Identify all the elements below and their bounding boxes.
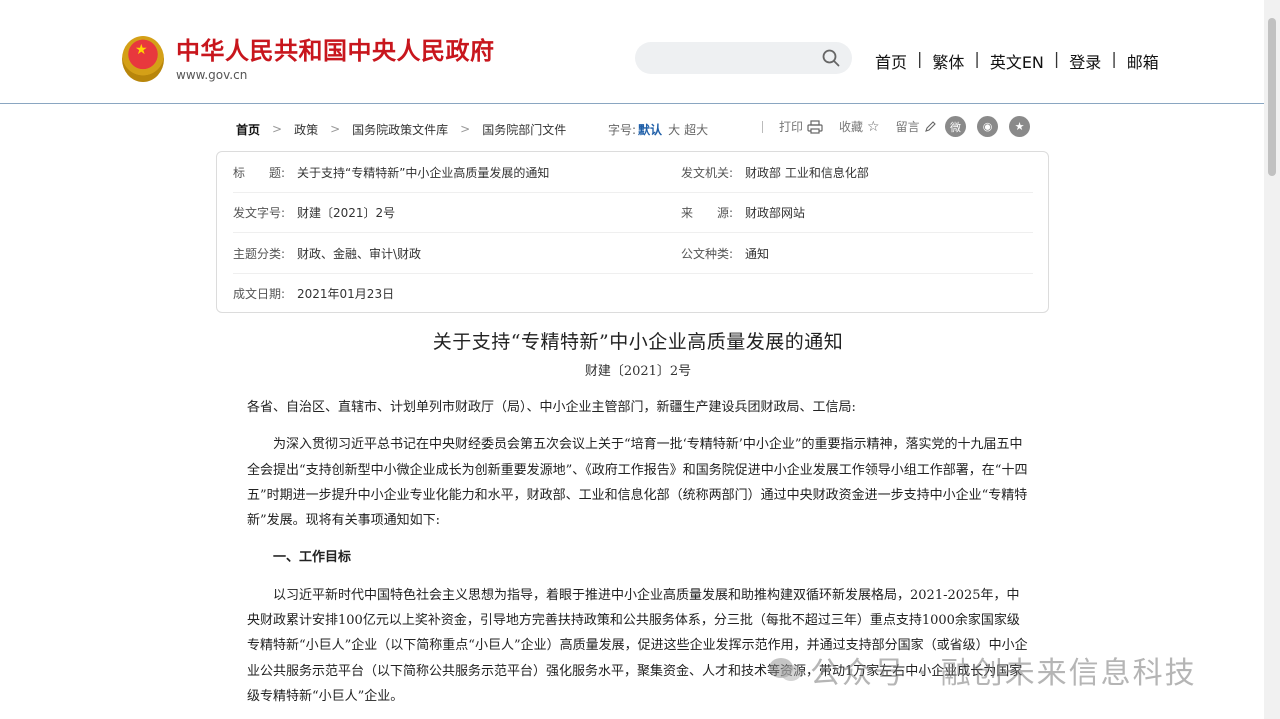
vertical-scrollbar[interactable]: [1264, 0, 1280, 719]
star-icon: ☆: [867, 118, 880, 135]
nav-separator: |: [1053, 49, 1060, 68]
font-size-large[interactable]: 大: [668, 123, 680, 137]
scrollbar-thumb[interactable]: [1268, 18, 1276, 176]
info-topic-value: 财政、金融、审计\财政: [297, 246, 422, 261]
wechat-icon[interactable]: ◉: [977, 116, 998, 137]
top-nav: 首页 | 繁体 | 英文EN | 登录 | 邮箱: [875, 49, 1159, 73]
info-type-row: 公文种类: 通知: [681, 233, 769, 273]
article-salutation: 各省、自治区、直辖市、计划单列市财政厅（局）、中小企业主管部门，新疆生产建设兵团…: [247, 400, 856, 415]
info-source-row: 来 源: 财政部网站: [681, 192, 805, 232]
info-type-key: 公文种类:: [681, 246, 734, 261]
search-input[interactable]: [635, 42, 805, 74]
article-tools: 打印 收藏 ☆ 留言: [762, 118, 969, 135]
info-type-value: 通知: [745, 246, 770, 261]
nav-home-link[interactable]: 首页: [875, 49, 907, 73]
info-docno-value: 财建〔2021〕2号: [297, 205, 396, 220]
breadcrumb-policy-library[interactable]: 国务院政策文件库: [352, 121, 448, 138]
watermark: 公众号 · 融创未来信息科技: [768, 648, 1197, 692]
article-title: 关于支持“专精特新”中小企业高质量发展的通知: [432, 331, 844, 353]
weibo-icon[interactable]: 微: [945, 116, 966, 137]
info-issuer-key: 发文机关:: [681, 165, 734, 180]
info-issuer-value: 财政部 工业和信息化部: [745, 165, 869, 180]
info-docno-row: 发文字号: 财建〔2021〕2号: [233, 192, 395, 232]
info-docno-key: 发文字号:: [233, 205, 286, 220]
share-buttons: 微 ◉ ★: [945, 116, 1041, 137]
site-url: www.gov.cn: [176, 68, 248, 82]
watermark-text: 公众号 · 融创未来信息科技: [810, 656, 1197, 691]
pencil-icon: [924, 120, 936, 132]
nav-english-link[interactable]: 英文EN: [990, 49, 1044, 73]
font-size-label: 字号:: [608, 123, 637, 137]
print-button[interactable]: 打印: [779, 118, 823, 135]
font-size-selector: 字号: 默认大超大: [608, 121, 708, 138]
printer-icon: [807, 119, 823, 134]
nav-mail-link[interactable]: 邮箱: [1127, 49, 1159, 73]
breadcrumb-dept-docs[interactable]: 国务院部门文件: [482, 121, 566, 138]
info-source-key: 来 源:: [681, 205, 734, 220]
site-title: 中华人民共和国中央人民政府: [176, 36, 495, 65]
comment-button[interactable]: 留言: [896, 118, 936, 135]
site-header: 中华人民共和国中央人民政府 www.gov.cn 首页 | 繁体 | 英文EN …: [0, 0, 1264, 104]
info-title-key: 标 题:: [233, 165, 286, 180]
info-topic-key: 主题分类:: [233, 246, 286, 261]
chevron-right-icon: >: [272, 122, 283, 136]
print-label: 打印: [779, 120, 804, 134]
search-box: [635, 42, 852, 74]
info-title-row: 标 题: 关于支持“专精特新”中小企业高质量发展的通知: [233, 152, 549, 192]
site-logo[interactable]: 中华人民共和国中央人民政府 www.gov.cn: [122, 36, 495, 82]
breadcrumb: 首页 > 政策 > 国务院政策文件库 > 国务院部门文件: [236, 121, 566, 138]
breadcrumb-home[interactable]: 首页: [236, 121, 260, 138]
search-icon[interactable]: [822, 49, 840, 67]
info-date-row: 成文日期: 2021年01月23日: [233, 273, 394, 313]
divider: [762, 120, 763, 133]
favorite-label: 收藏: [839, 120, 864, 134]
nav-separator: |: [974, 49, 980, 68]
article-doc-number: 财建〔2021〕2号: [584, 364, 692, 379]
comment-label: 留言: [895, 120, 920, 134]
nav-login-link[interactable]: 登录: [1069, 49, 1101, 73]
section-heading: 一、工作目标: [273, 550, 352, 566]
info-date-value: 2021年01月23日: [297, 286, 395, 301]
breadcrumb-toolbar: 首页 > 政策 > 国务院政策文件库 > 国务院部门文件 字号: 默认大超大 打印…: [236, 116, 1036, 140]
national-emblem-icon: [122, 36, 164, 82]
info-title-value: 关于支持“专精特新”中小企业高质量发展的通知: [297, 165, 550, 180]
chevron-right-icon: >: [460, 122, 471, 136]
favorite-button[interactable]: 收藏 ☆: [839, 118, 880, 135]
chevron-right-icon: >: [330, 122, 341, 136]
article-paragraph: 为深入贯彻习近平总书记在中央财经委员会第五次会议上关于“培育一批‘专精特新’中小…: [247, 437, 1028, 529]
breadcrumb-policy[interactable]: 政策: [294, 121, 318, 138]
nav-separator: |: [917, 49, 923, 68]
wechat-watermark-icon: [769, 658, 801, 681]
nav-separator: |: [1111, 49, 1117, 68]
document-info-box: 标 题: 关于支持“专精特新”中小企业高质量发展的通知 发文机关: 财政部 工业…: [216, 151, 1049, 313]
info-date-key: 成文日期:: [233, 286, 286, 301]
info-topic-row: 主题分类: 财政、金融、审计\财政: [233, 233, 421, 273]
font-size-default[interactable]: 默认: [638, 123, 662, 137]
nav-traditional-link[interactable]: 繁体: [932, 49, 964, 73]
bookmark-star-icon[interactable]: ★: [1009, 116, 1030, 137]
font-size-xlarge[interactable]: 超大: [684, 123, 708, 137]
info-source-value: 财政部网站: [745, 205, 806, 220]
info-issuer-row: 发文机关: 财政部 工业和信息化部: [681, 152, 869, 192]
